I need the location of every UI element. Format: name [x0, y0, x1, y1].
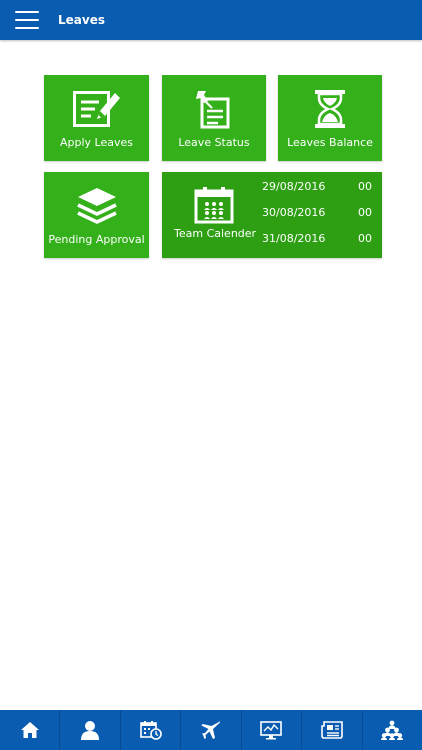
leaves-balance-tile[interactable]: Leaves Balance	[278, 75, 382, 161]
newspaper-icon	[321, 721, 343, 739]
team-leave-count: 00	[358, 206, 372, 219]
page-title: Leaves	[58, 13, 105, 27]
nav-performance[interactable]	[242, 710, 303, 750]
nav-profile[interactable]	[60, 710, 121, 750]
hamburger-menu-icon[interactable]	[15, 11, 39, 29]
pending-approval-label: Pending Approval	[48, 233, 145, 246]
people-hierarchy-icon	[381, 720, 404, 740]
nav-travel[interactable]	[181, 710, 242, 750]
team-leave-count: 00	[358, 232, 372, 245]
user-icon	[81, 721, 100, 740]
team-leave-date: 29/08/2016	[262, 180, 326, 193]
home-icon	[20, 722, 39, 738]
stacked-layers-icon	[76, 186, 118, 230]
team-leave-row: 31/08/2016 00	[262, 230, 372, 256]
edit-note-icon	[72, 89, 121, 133]
monitor-chart-icon	[260, 721, 283, 740]
team-leave-list: 29/08/2016 00 30/08/2016 00 31/08/2016 0…	[262, 178, 372, 256]
hourglass-icon	[312, 89, 348, 133]
airplane-icon	[201, 721, 221, 739]
leave-status-tile[interactable]: Leave Status	[162, 75, 266, 161]
team-leave-row: 30/08/2016 00	[262, 204, 372, 230]
leaves-balance-label: Leaves Balance	[287, 136, 373, 149]
nav-news[interactable]	[302, 710, 363, 750]
team-leave-row: 29/08/2016 00	[262, 178, 372, 204]
nav-hierarchy[interactable]	[363, 710, 422, 750]
calendar-clock-icon	[139, 721, 162, 740]
top-app-bar: Leaves	[0, 0, 422, 40]
app-root: Leaves Apply Leaves Leave Status Leaves …	[0, 0, 422, 750]
team-calender-label: Team Calender	[174, 227, 257, 240]
bottom-navigation-bar	[0, 710, 422, 750]
pinned-note-icon	[194, 89, 234, 133]
nav-home[interactable]	[0, 710, 61, 750]
team-leave-date: 30/08/2016	[262, 206, 326, 219]
team-calendar-icon	[194, 186, 234, 228]
team-leave-date: 31/08/2016	[262, 232, 326, 245]
pending-approval-tile[interactable]: Pending Approval	[44, 172, 149, 258]
apply-leaves-tile[interactable]: Apply Leaves	[44, 75, 149, 161]
apply-leaves-label: Apply Leaves	[59, 136, 133, 149]
leave-status-label: Leave Status	[178, 136, 250, 149]
team-leave-count: 00	[358, 180, 372, 193]
nav-calendar[interactable]	[121, 710, 182, 750]
team-calender-tile[interactable]: Team Calender 29/08/2016 00 30/08/2016 0…	[162, 172, 382, 258]
